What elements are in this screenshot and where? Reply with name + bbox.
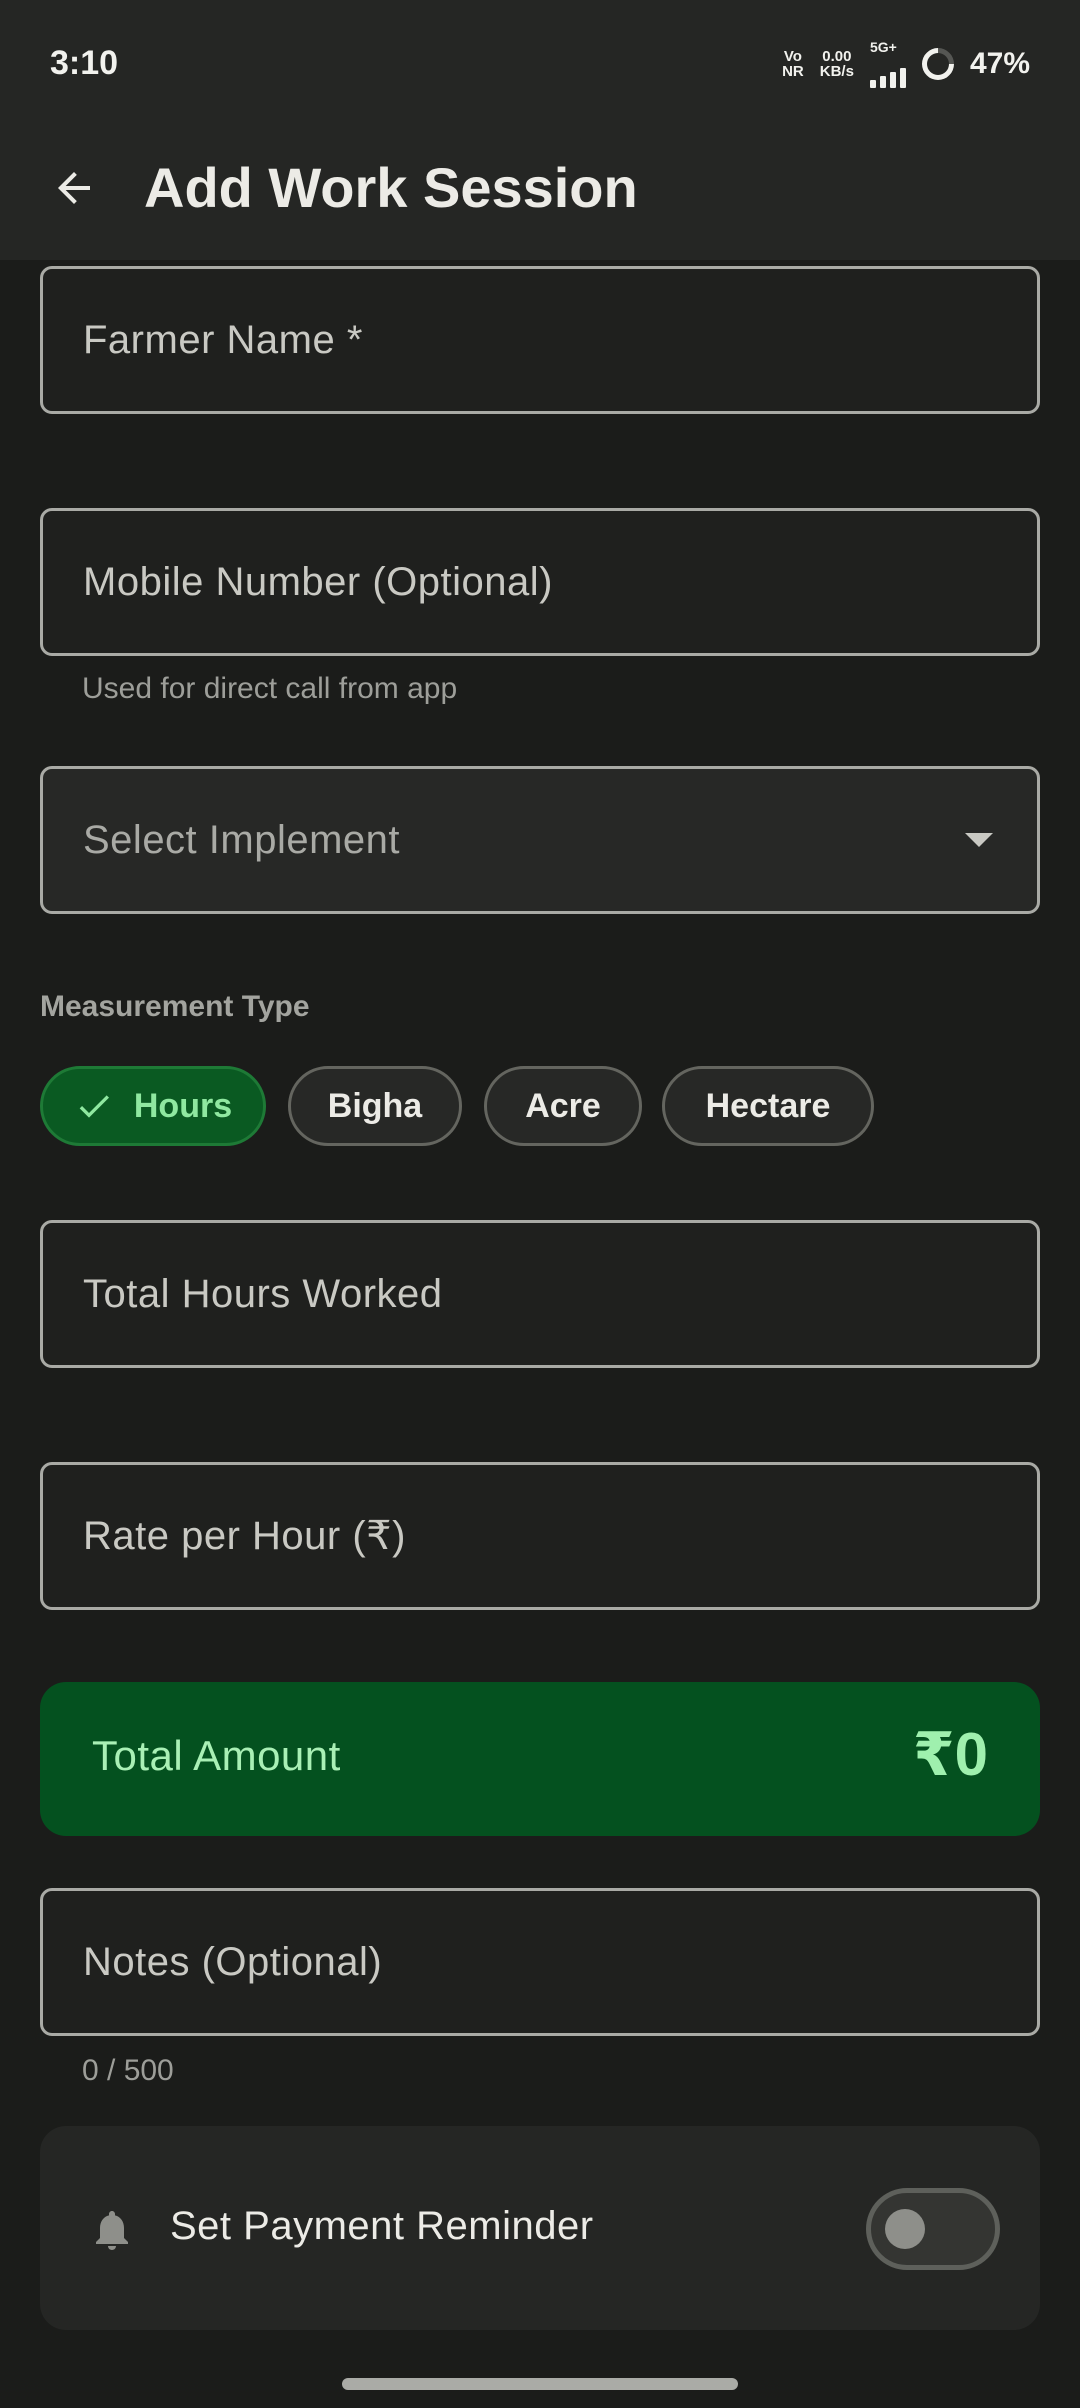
chip-acre-label: Acre [525, 1086, 601, 1125]
chip-bigha[interactable]: Bigha [288, 1066, 462, 1146]
network-type: 5G+ [869, 39, 897, 55]
status-time: 3:10 [50, 44, 119, 82]
payment-reminder-card: Set Payment Reminder [40, 2126, 1040, 2330]
volte-top: Vo [783, 48, 802, 65]
battery-icon [915, 41, 961, 87]
network-speed: 0.00 KB/s [820, 49, 854, 79]
farmer-name-field[interactable]: Farmer Name * [40, 266, 1040, 414]
total-amount-card: Total Amount ₹0 [40, 1682, 1040, 1836]
chip-hours[interactable]: Hours [40, 1066, 266, 1146]
reminder-label: Set Payment Reminder [170, 2204, 594, 2248]
total-amount-label: Total Amount [92, 1732, 341, 1779]
toggle-knob [885, 2209, 925, 2249]
total-hours-label: Total Hours Worked [83, 1271, 443, 1316]
bell-icon [88, 2204, 136, 2261]
volte-indicator: Vo NR [782, 49, 804, 79]
chip-acre[interactable]: Acre [484, 1066, 642, 1146]
farmer-name-label: Farmer Name * [83, 317, 363, 362]
dropdown-arrow-icon [965, 833, 993, 847]
signal-strength: 5G+ [869, 39, 906, 88]
rate-per-hour-field[interactable]: Rate per Hour (₹) [40, 1462, 1040, 1610]
volte-bottom: NR [782, 63, 804, 80]
reminder-toggle[interactable] [866, 2188, 1000, 2270]
rate-per-hour-label: Rate per Hour (₹) [83, 1514, 406, 1558]
speed-value: 0.00 [822, 48, 852, 65]
signal-bars-icon [869, 54, 906, 88]
status-bar: 3:10 Vo NR 0.00 KB/s 5G+ 47% [0, 0, 1080, 128]
notes-label: Notes (Optional) [83, 1939, 383, 1984]
implement-placeholder: Select Implement [83, 817, 401, 862]
status-icons: Vo NR 0.00 KB/s 5G+ 47% [782, 40, 1030, 88]
battery-percent: 47% [969, 47, 1030, 80]
mobile-helper-text: Used for direct call from app [82, 672, 458, 705]
back-button[interactable] [40, 154, 108, 222]
chip-hectare[interactable]: Hectare [662, 1066, 874, 1146]
mobile-number-label: Mobile Number (Optional) [83, 559, 553, 604]
arrow-back-icon [58, 172, 90, 204]
chip-hours-label: Hours [133, 1086, 233, 1125]
chip-hectare-label: Hectare [705, 1086, 831, 1125]
total-amount-value: ₹0 [912, 1721, 988, 1788]
page-title: Add Work Session [144, 156, 638, 219]
implement-select[interactable]: Select Implement [40, 766, 1040, 914]
measurement-type-label: Measurement Type [40, 990, 310, 1023]
app-bar: Add Work Session [0, 128, 1080, 260]
check-icon [74, 1086, 114, 1126]
chip-bigha-label: Bigha [327, 1086, 423, 1125]
speed-unit: KB/s [819, 63, 854, 80]
total-hours-field[interactable]: Total Hours Worked [40, 1220, 1040, 1368]
home-indicator[interactable] [342, 2378, 738, 2390]
notes-counter: 0 / 500 [82, 2054, 174, 2087]
notes-field[interactable]: Notes (Optional) [40, 1888, 1040, 2036]
mobile-number-field[interactable]: Mobile Number (Optional) [40, 508, 1040, 656]
